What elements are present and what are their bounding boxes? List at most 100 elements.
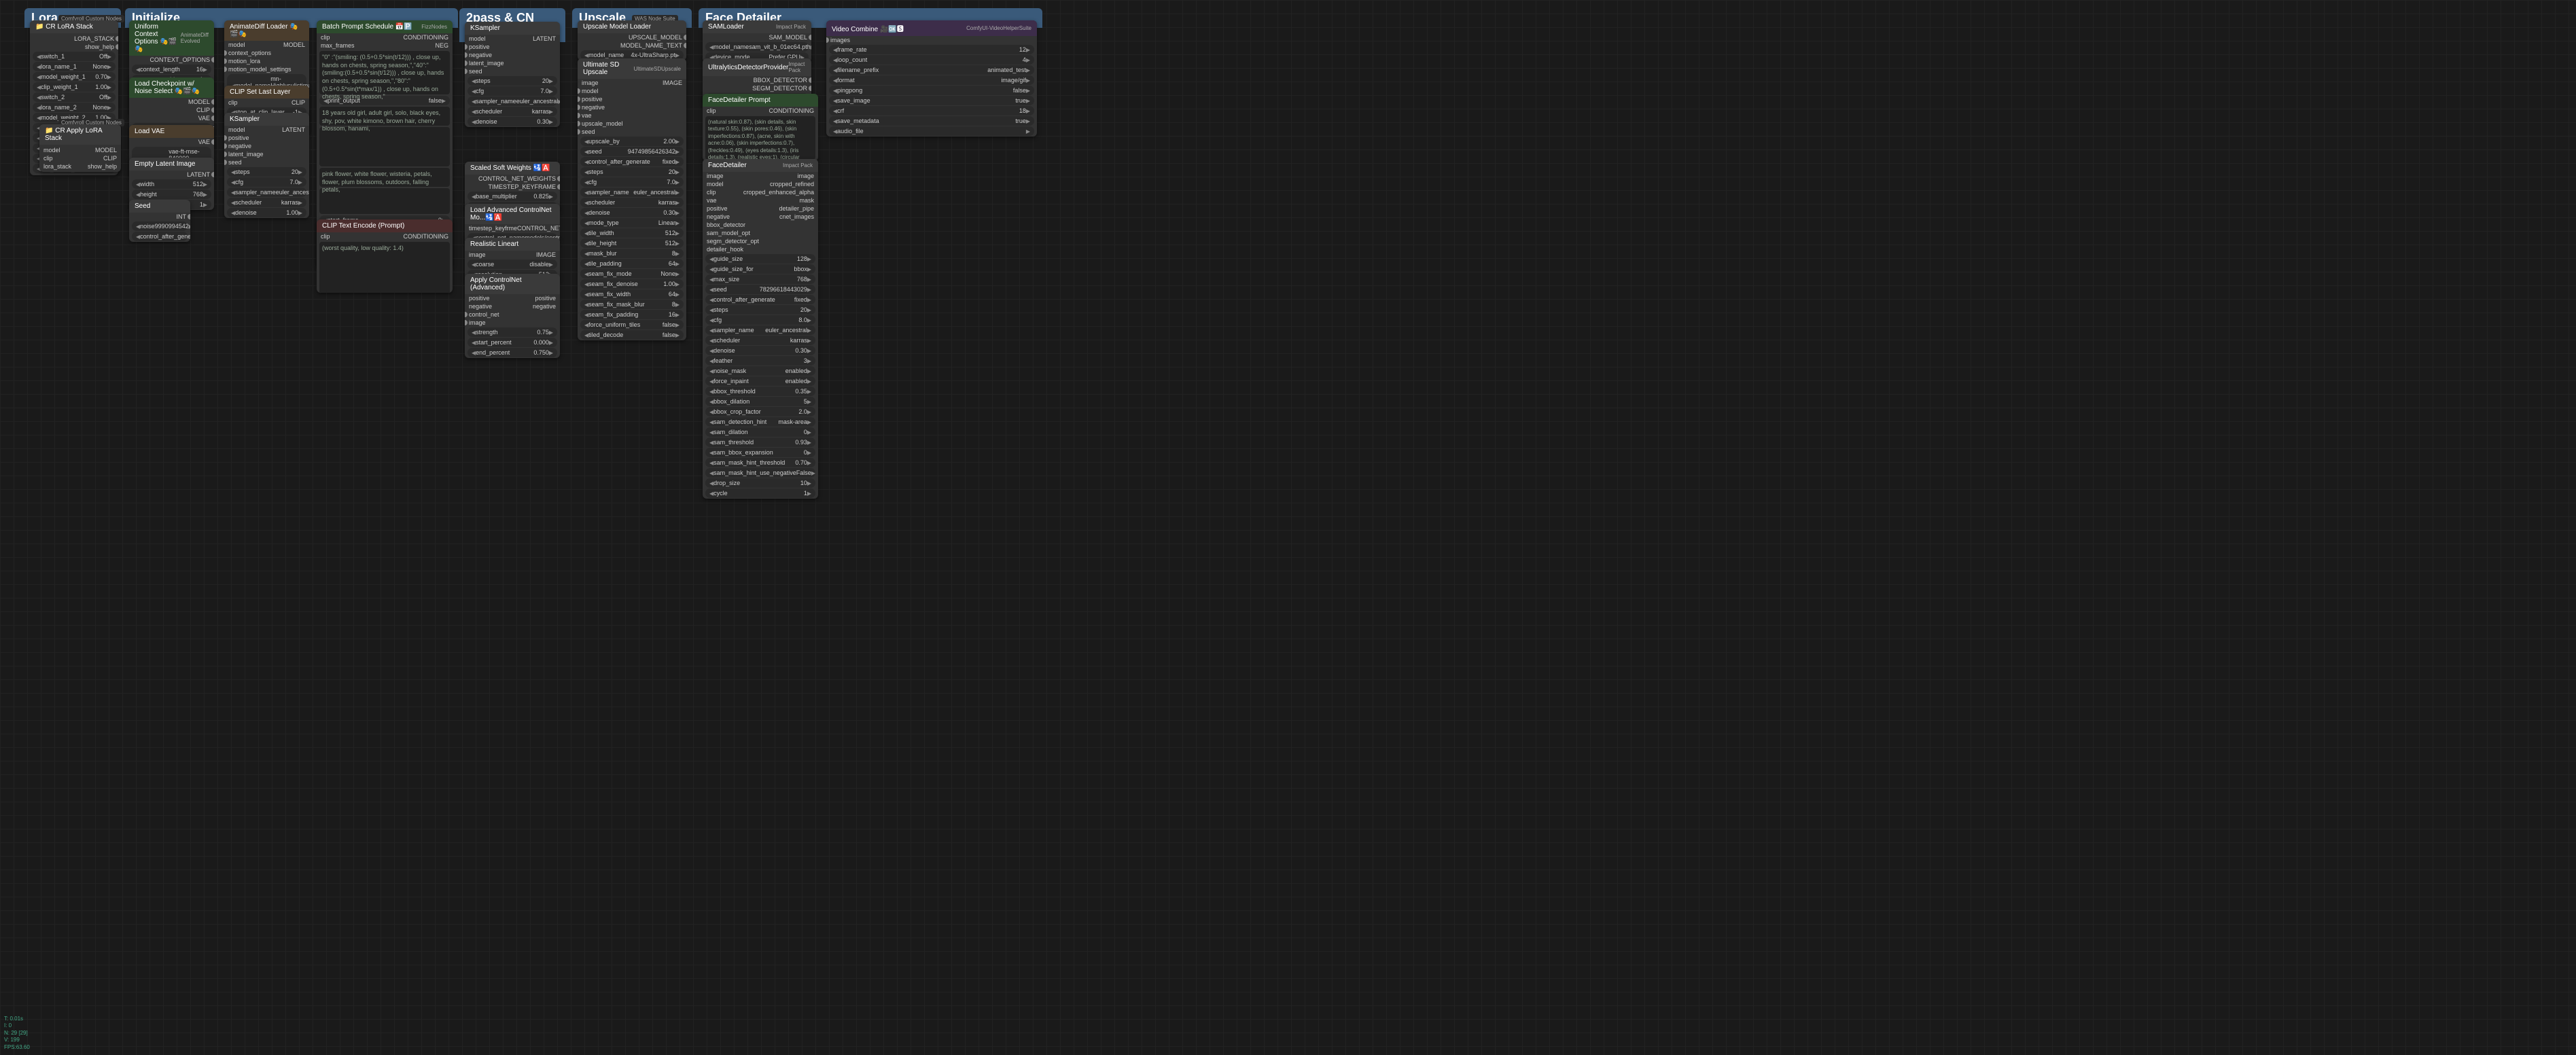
widget-denoise[interactable]: ◀denoise0.30▶: [467, 117, 557, 126]
widget-upscale_by[interactable]: ◀upscale_by2.00▶: [580, 137, 684, 146]
node-facedetailer[interactable]: FaceDetailerImpact Pack imageimagemodelc…: [703, 159, 818, 499]
widget-sam_threshold[interactable]: ◀sam_threshold0.93▶: [705, 437, 815, 447]
widget-strength[interactable]: ◀strength0.75▶: [467, 327, 557, 337]
widget-denoise[interactable]: ◀denoise1.00▶: [227, 208, 306, 217]
widget-sam_bbox_expansion[interactable]: ◀sam_bbox_expansion0▶: [705, 448, 815, 457]
widget-audio_file[interactable]: ◀audio_file▶: [829, 126, 1034, 136]
widget-tile_height[interactable]: ◀tile_height512▶: [580, 238, 684, 248]
widget-steps[interactable]: ◀steps20▶: [580, 167, 684, 177]
widget-cfg[interactable]: ◀cfg8.0▶: [705, 315, 815, 325]
widget-cycle[interactable]: ◀cycle1▶: [705, 488, 815, 498]
widget-scheduler[interactable]: ◀schedulerkarras▶: [705, 336, 815, 345]
widget-mask_blur[interactable]: ◀mask_blur8▶: [580, 249, 684, 258]
widget-feather[interactable]: ◀feather3▶: [705, 356, 815, 365]
widget-steps[interactable]: ◀steps20▶: [227, 167, 306, 177]
widget-save_metadata[interactable]: ◀save_metadatatrue▶: [829, 116, 1034, 126]
widget-sampler_name[interactable]: ◀sampler_nameeuler_ancestral▶: [705, 325, 815, 335]
stats: T: 0.01sI: 0N: 29 [29]V: 199FPS:63.60: [4, 1016, 30, 1051]
widget-clip_weight_1[interactable]: ◀clip_weight_11.00▶: [33, 82, 116, 92]
widget-lora_name_1[interactable]: ◀lora_name_1None▶: [33, 62, 116, 71]
widget-seed[interactable]: ◀seed78296618443029▶: [705, 285, 815, 294]
widget-scheduler[interactable]: ◀schedulerkarras▶: [467, 107, 557, 116]
widget-crf[interactable]: ◀crf18▶: [829, 106, 1034, 115]
widget-cfg[interactable]: ◀cfg7.0▶: [467, 86, 557, 96]
widget-max_size[interactable]: ◀max_size768▶: [705, 274, 815, 284]
widget-guide_size_for[interactable]: ◀guide_size_forbbox▶: [705, 264, 815, 274]
widget-end_percent[interactable]: ◀end_percent0.750▶: [467, 348, 557, 357]
widget-seam_fix_mode[interactable]: ◀seam_fix_modeNone▶: [580, 269, 684, 279]
widget-bbox_crop_factor[interactable]: ◀bbox_crop_factor2.0▶: [705, 407, 815, 416]
widget-sam_dilation[interactable]: ◀sam_dilation0▶: [705, 427, 815, 437]
widget-pingpong[interactable]: ◀pingpongfalse▶: [829, 86, 1034, 95]
node-apply-lora[interactable]: 📁 CR Apply LoRA Stack modelMODEL clipCLI…: [39, 124, 121, 172]
node-apply-cn[interactable]: Apply ControlNet (Advanced) positiveposi…: [465, 274, 560, 358]
widget-force_inpaint[interactable]: ◀force_inpaintenabled▶: [705, 376, 815, 386]
widget-loop_count[interactable]: ◀loop_count4▶: [829, 55, 1034, 65]
widget-base_multiplier[interactable]: ◀base_multiplier0.825▶: [467, 192, 557, 201]
widget-coarse[interactable]: ◀coarsedisable▶: [467, 260, 557, 269]
widget-control_after_generate[interactable]: ◀control_after_generatefixed▶: [132, 232, 188, 241]
neg-text[interactable]: (worst quality, low quality: 1.4): [319, 242, 450, 293]
fd-text[interactable]: (natural skin:0.87), (skin details, skin…: [705, 116, 815, 160]
widget-save_image[interactable]: ◀save_imagetrue▶: [829, 96, 1034, 105]
widget-switch_1[interactable]: ◀switch_1Off▶: [33, 52, 116, 61]
widget-seam_fix_width[interactable]: ◀seam_fix_width64▶: [580, 289, 684, 299]
widget-seam_fix_padding[interactable]: ◀seam_fix_padding16▶: [580, 310, 684, 319]
widget-start_percent[interactable]: ◀start_percent0.000▶: [467, 338, 557, 347]
widget-model_weight_1[interactable]: ◀model_weight_10.70▶: [33, 72, 116, 82]
node-sam[interactable]: SAMLoaderImpact Pack SAM_MODEL ◀model_na…: [703, 20, 811, 62]
widget-sam_mask_hint_threshold[interactable]: ◀sam_mask_hint_threshold0.70▶: [705, 458, 815, 467]
pre-text[interactable]: 18 years old girl, adult girl, solo, bla…: [319, 107, 450, 126]
widget-lora_name_2[interactable]: ◀lora_name_2None▶: [33, 103, 116, 112]
widget-scheduler[interactable]: ◀schedulerkarras▶: [227, 198, 306, 207]
widget-tile_width[interactable]: ◀tile_width512▶: [580, 228, 684, 238]
widget-seed[interactable]: ◀seed94749856426342▶: [580, 147, 684, 156]
widget-bbox_dilation[interactable]: ◀bbox_dilation5▶: [705, 397, 815, 406]
node-seed[interactable]: Seed INT ◀noise9990994542▶◀control_after…: [129, 200, 190, 242]
widget-denoise[interactable]: ◀denoise0.30▶: [705, 346, 815, 355]
widget-control_after_generate[interactable]: ◀control_after_generatefixed▶: [580, 157, 684, 166]
widget-steps[interactable]: ◀steps20▶: [467, 76, 557, 86]
widget-cfg[interactable]: ◀cfg7.0▶: [227, 177, 306, 187]
widget-noise[interactable]: ◀noise9990994542▶: [132, 221, 188, 231]
widget-format[interactable]: ◀formatimage/gif▶: [829, 75, 1034, 85]
node-ultimate-sd[interactable]: Ultimate SD UpscaleUltimateSDUpscale ima…: [578, 58, 686, 340]
widget-width[interactable]: ◀width512▶: [132, 179, 211, 189]
widget-model_name[interactable]: ◀model_namesam_vit_b_01ec64.pth▶: [705, 42, 809, 52]
widget-sam_detection_hint[interactable]: ◀sam_detection_hintmask-area▶: [705, 417, 815, 427]
widget-control_after_generate[interactable]: ◀control_after_generatefixed▶: [705, 295, 815, 304]
widget-switch_2[interactable]: ◀switch_2Off▶: [33, 92, 116, 102]
widget-sampler_name[interactable]: ◀sampler_nameeuler_ancestral▶: [580, 187, 684, 197]
widget-force_uniform_tiles[interactable]: ◀force_uniform_tilesfalse▶: [580, 320, 684, 329]
node-ksampler2[interactable]: KSampler modelLATENT positive negative l…: [465, 22, 560, 127]
app-text[interactable]: pink flower, white flower, wisteria, pet…: [319, 168, 450, 187]
widget-bbox_threshold[interactable]: ◀bbox_threshold0.35▶: [705, 387, 815, 396]
widget-scheduler[interactable]: ◀schedulerkarras▶: [580, 198, 684, 207]
widget-context_length[interactable]: ◀context_length16▶: [132, 65, 211, 74]
widget-cfg[interactable]: ◀cfg7.0▶: [580, 177, 684, 187]
node-title: 📁 CR LoRA Stack: [35, 23, 93, 31]
node-upscale-loader[interactable]: Upscale Model Loader UPSCALE_MODEL MODEL…: [578, 20, 686, 60]
widget-drop_size[interactable]: ◀drop_size10▶: [705, 478, 815, 488]
node-ksampler-init[interactable]: KSampler modelLATENT positive negative l…: [224, 113, 309, 218]
node-clip-encode[interactable]: CLIP Text Encode (Prompt) clipCONDITIONI…: [317, 219, 453, 293]
widget-tile_padding[interactable]: ◀tile_padding64▶: [580, 259, 684, 268]
widget-height[interactable]: ◀height768▶: [132, 190, 211, 199]
widget-mode_type[interactable]: ◀mode_typeLinear▶: [580, 218, 684, 228]
prompt-text[interactable]: "0" :"(smiling: (0.5+0.5*sin(t/12))) , c…: [319, 51, 450, 94]
widget-filename_prefix[interactable]: ◀filename_prefixanimated_test▶: [829, 65, 1034, 75]
widget-sam_mask_hint_use_negative[interactable]: ◀sam_mask_hint_use_negativeFalse▶: [705, 468, 815, 478]
widget-tiled_decode[interactable]: ◀tiled_decodefalse▶: [580, 330, 684, 340]
canvas[interactable]: Lora Comfyroll Custom Nodes 📁 CR LoRA St…: [0, 0, 2576, 1055]
widget-seam_fix_denoise[interactable]: ◀seam_fix_denoise1.00▶: [580, 279, 684, 289]
widget-denoise[interactable]: ◀denoise0.30▶: [580, 208, 684, 217]
widget-steps[interactable]: ◀steps20▶: [705, 305, 815, 315]
widget-guide_size[interactable]: ◀guide_size128▶: [705, 254, 815, 264]
widget-sampler_name[interactable]: ◀sampler_nameeuler_ancestral▶: [467, 96, 557, 106]
widget-seam_fix_mask_blur[interactable]: ◀seam_fix_mask_blur8▶: [580, 300, 684, 309]
node-fd-prompt[interactable]: FaceDetailer Prompt clipCONDITIONING (na…: [703, 94, 818, 161]
node-video[interactable]: Video Combine 🎥🆗🆂ComfyUI-VideoHelperSuit…: [826, 20, 1037, 137]
widget-sampler_name[interactable]: ◀sampler_nameeuler_ancestral▶: [227, 187, 306, 197]
widget-frame_rate[interactable]: ◀frame_rate12▶: [829, 45, 1034, 54]
widget-noise_mask[interactable]: ◀noise_maskenabled▶: [705, 366, 815, 376]
